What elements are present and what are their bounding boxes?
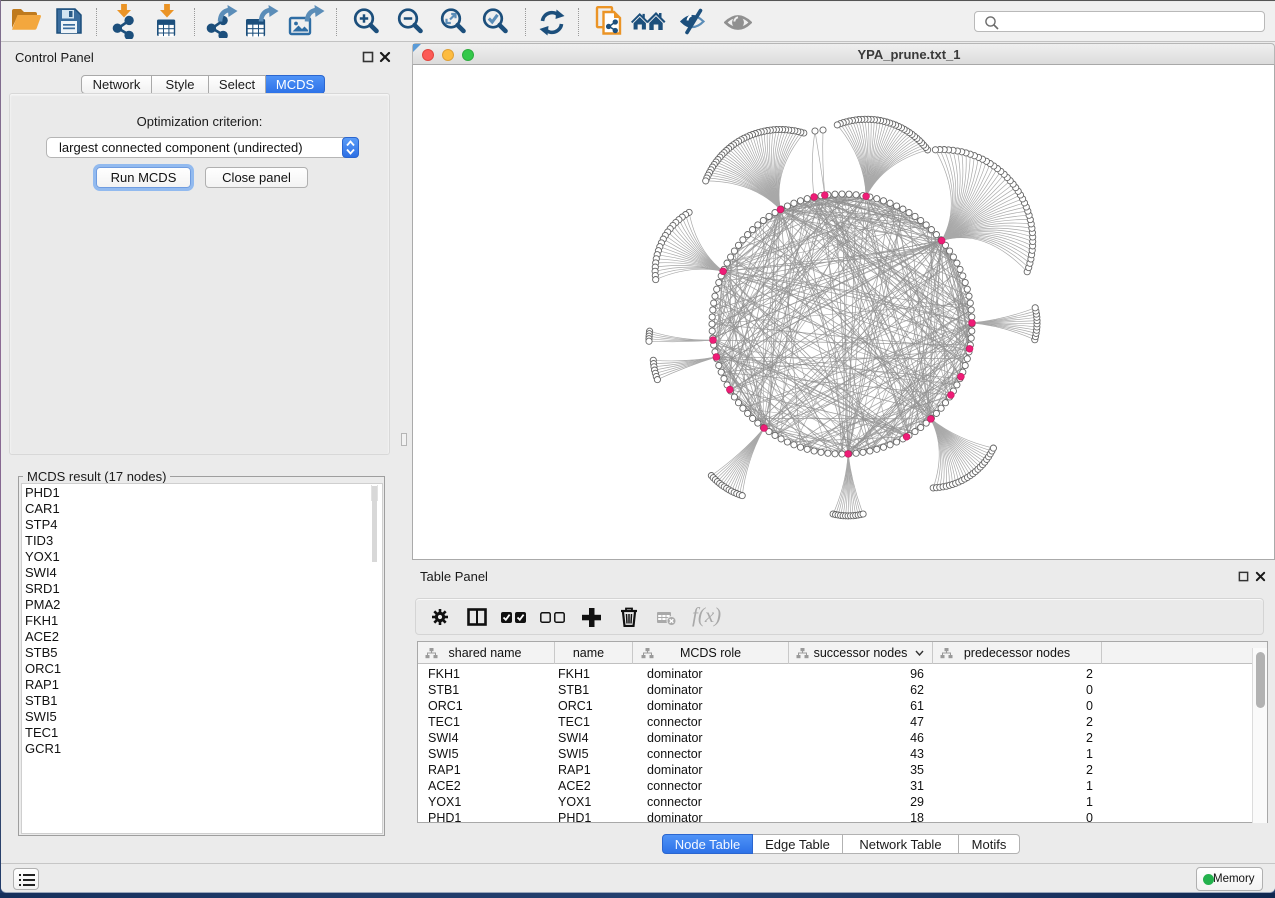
- svg-text:f(x): f(x): [692, 606, 721, 627]
